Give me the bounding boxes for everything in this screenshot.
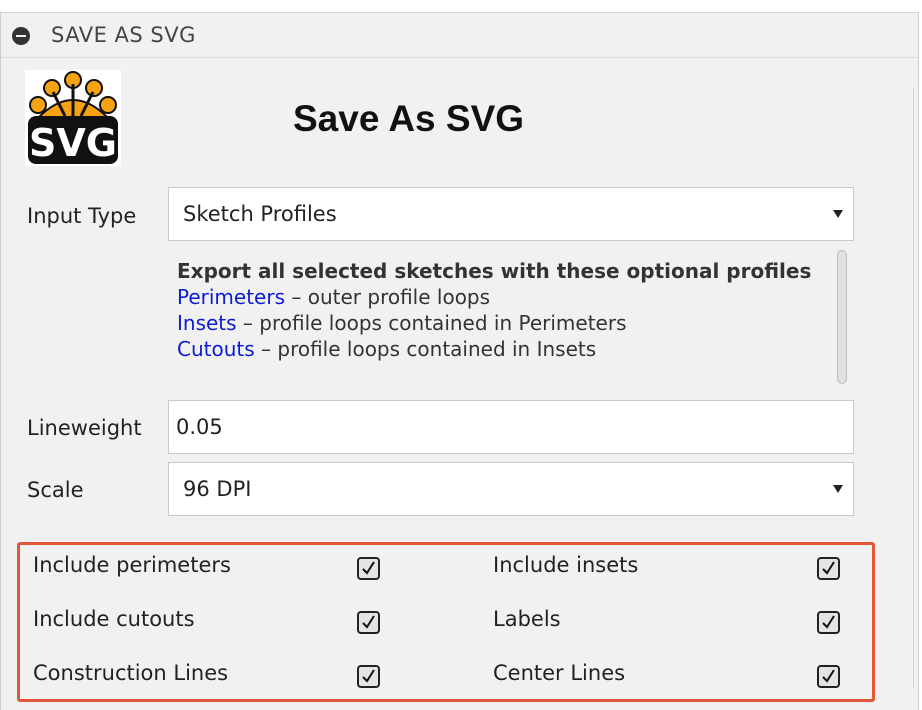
svg-logo: SVG: [25, 70, 121, 166]
input-type-label: Input Type: [27, 204, 137, 228]
construction-lines-label: Construction Lines: [33, 661, 229, 685]
input-type-select[interactable]: Sketch Profiles: [168, 187, 854, 241]
collapse-icon[interactable]: [12, 27, 30, 45]
checkmark-icon: [362, 561, 375, 575]
cutouts-text: – profile loops contained in Insets: [254, 337, 597, 361]
description-scrollbar[interactable]: [837, 250, 847, 384]
logo-text: SVG: [29, 121, 117, 165]
checkmark-icon: [822, 561, 835, 575]
include-cutouts-label: Include cutouts: [33, 607, 195, 631]
construction-lines-checkbox[interactable]: [357, 665, 380, 688]
insets-link: Insets: [177, 311, 237, 335]
include-insets-label: Include insets: [493, 553, 639, 577]
chevron-down-icon: [833, 210, 843, 218]
save-as-svg-window: SAVE AS SVG SVG Save As SVG Input Type S…: [0, 12, 919, 710]
dialog-heading: Save As SVG: [293, 98, 525, 139]
include-cutouts-checkbox[interactable]: [357, 611, 380, 634]
checkmark-icon: [362, 615, 375, 629]
include-insets-checkbox[interactable]: [817, 557, 840, 580]
labels-label: Labels: [493, 607, 561, 631]
scale-label: Scale: [27, 478, 84, 502]
perimeters-text: – outer profile loops: [285, 285, 491, 309]
scale-select[interactable]: 96 DPI: [168, 462, 854, 516]
labels-checkbox[interactable]: [817, 611, 840, 634]
include-perimeters-checkbox[interactable]: [357, 557, 380, 580]
description-heading: Export all selected sketches with these …: [177, 259, 812, 283]
chevron-down-icon: [833, 485, 843, 493]
profiles-description: Export all selected sketches with these …: [177, 258, 817, 362]
dialog-panel: SVG Save As SVG Input Type Sketch Profil…: [1, 58, 918, 710]
insets-text: – profile loops contained in Perimeters: [236, 311, 627, 335]
input-type-value: Sketch Profiles: [183, 202, 337, 226]
cutouts-link: Cutouts: [177, 337, 255, 361]
center-lines-checkbox[interactable]: [817, 665, 840, 688]
logo-petals: [29, 71, 117, 119]
description-line-insets: Insets – profile loops contained in Peri…: [177, 310, 817, 336]
scale-value: 96 DPI: [183, 477, 252, 501]
checkmark-icon: [362, 669, 375, 683]
description-line-cutouts: Cutouts – profile loops contained in Ins…: [177, 336, 817, 362]
panel-title: SAVE AS SVG: [51, 23, 196, 47]
panel-titlebar[interactable]: SAVE AS SVG: [1, 12, 918, 58]
options-highlight: Include perimeters Include insets Includ…: [17, 542, 875, 702]
include-perimeters-label: Include perimeters: [33, 553, 231, 577]
description-line-perimeters: Perimeters – outer profile loops: [177, 284, 817, 310]
checkmark-icon: [822, 669, 835, 683]
panel-scrollbar[interactable]: [913, 88, 918, 688]
checkmark-icon: [822, 615, 835, 629]
lineweight-value: 0.05: [176, 415, 223, 439]
center-lines-label: Center Lines: [493, 661, 626, 685]
perimeters-link: Perimeters: [177, 285, 286, 309]
lineweight-label: Lineweight: [27, 416, 142, 440]
lineweight-input[interactable]: 0.05: [168, 400, 854, 454]
